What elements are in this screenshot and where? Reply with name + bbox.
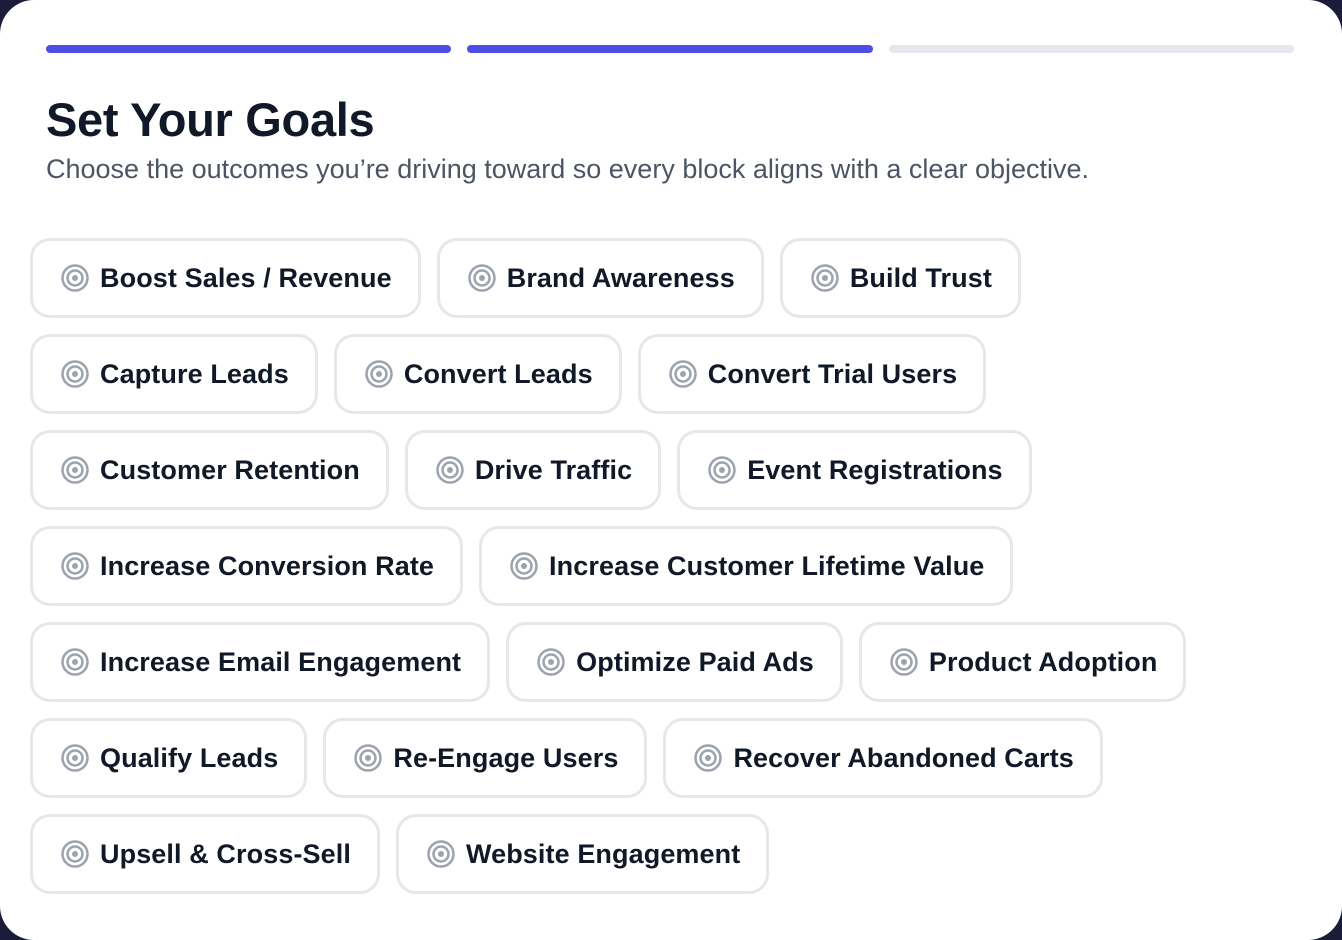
goal-option[interactable]: Optimize Paid Ads — [506, 622, 843, 702]
goal-option[interactable]: Convert Leads — [333, 334, 622, 414]
target-icon — [467, 263, 497, 293]
goal-option-label: Brand Awareness — [506, 262, 735, 293]
goal-option-label: Recover Abandoned Carts — [733, 742, 1074, 773]
target-icon — [707, 455, 737, 485]
goal-option-label: Website Engagement — [465, 838, 741, 869]
goal-row: Upsell & Cross-Sell Website Engagement — [30, 814, 1320, 894]
target-icon — [509, 551, 539, 581]
target-icon — [693, 743, 723, 773]
goal-option[interactable]: Drive Traffic — [404, 430, 662, 510]
goal-option-label: Boost Sales / Revenue — [100, 262, 392, 293]
goal-option-label: Increase Customer Lifetime Value — [549, 550, 985, 581]
progress-steps — [46, 45, 1294, 53]
goal-option-label: Build Trust — [849, 262, 992, 293]
goal-option[interactable]: Build Trust — [779, 238, 1021, 318]
goal-option[interactable]: Boost Sales / Revenue — [30, 238, 421, 318]
target-icon — [810, 263, 840, 293]
goal-option[interactable]: Capture Leads — [30, 334, 318, 414]
target-icon — [60, 839, 90, 869]
target-icon — [889, 647, 919, 677]
goal-option-label: Product Adoption — [928, 646, 1158, 677]
goal-option-label: Increase Conversion Rate — [100, 550, 435, 581]
goal-row: Qualify Leads Re-Engage Users Recover Aban… — [30, 718, 1320, 798]
target-icon — [435, 455, 465, 485]
progress-step-3 — [888, 45, 1294, 53]
goal-option-label: Re-Engage Users — [393, 742, 619, 773]
goal-option-label: Convert Trial Users — [707, 358, 958, 389]
goal-options: Boost Sales / Revenue Brand Awareness Buil… — [30, 238, 1320, 894]
goal-option[interactable]: Qualify Leads — [30, 718, 308, 798]
goal-option[interactable]: Customer Retention — [30, 430, 389, 510]
goal-option[interactable]: Increase Email Engagement — [30, 622, 491, 702]
target-icon — [60, 263, 90, 293]
goal-row: Customer Retention Drive Traffic Event Reg… — [30, 430, 1320, 510]
progress-step-2 — [467, 45, 873, 53]
goal-option[interactable]: Upsell & Cross-Sell — [30, 814, 380, 894]
goal-option[interactable]: Brand Awareness — [436, 238, 764, 318]
goal-option-label: Upsell & Cross-Sell — [100, 838, 351, 869]
goal-option[interactable]: Increase Conversion Rate — [30, 526, 464, 606]
target-icon — [426, 839, 456, 869]
goal-option[interactable]: Recover Abandoned Carts — [663, 718, 1103, 798]
target-icon — [353, 743, 383, 773]
goal-option[interactable]: Event Registrations — [677, 430, 1032, 510]
goal-option-label: Qualify Leads — [100, 742, 279, 773]
goal-option[interactable]: Increase Customer Lifetime Value — [479, 526, 1014, 606]
target-icon — [60, 551, 90, 581]
goal-row: Boost Sales / Revenue Brand Awareness Buil… — [30, 238, 1320, 318]
goal-option-label: Optimize Paid Ads — [576, 646, 814, 677]
goal-option-label: Convert Leads — [403, 358, 593, 389]
target-icon — [536, 647, 566, 677]
goal-option-label: Customer Retention — [100, 454, 360, 485]
goal-option[interactable]: Re-Engage Users — [323, 718, 648, 798]
goal-option-label: Capture Leads — [100, 358, 289, 389]
target-icon — [60, 743, 90, 773]
goals-card: Set Your Goals Choose the outcomes you’r… — [0, 0, 1342, 940]
target-icon — [60, 455, 90, 485]
goal-row: Increase Conversion Rate Increase Custome… — [30, 526, 1320, 606]
goal-option[interactable]: Website Engagement — [395, 814, 770, 894]
target-icon — [364, 359, 394, 389]
target-icon — [668, 359, 698, 389]
target-icon — [60, 647, 90, 677]
target-icon — [60, 359, 90, 389]
goal-row: Capture Leads Convert Leads Convert Trial … — [30, 334, 1320, 414]
goal-option-label: Event Registrations — [747, 454, 1003, 485]
page-subtitle: Choose the outcomes you’re driving towar… — [46, 154, 1090, 184]
goal-option-label: Drive Traffic — [474, 454, 633, 485]
goal-option[interactable]: Convert Trial Users — [637, 334, 987, 414]
goal-row: Increase Email Engagement Optimize Paid A… — [30, 622, 1320, 702]
goal-option-label: Increase Email Engagement — [100, 646, 462, 677]
page-title: Set Your Goals — [46, 93, 375, 146]
progress-step-1 — [46, 45, 452, 53]
goal-option[interactable]: Product Adoption — [858, 622, 1187, 702]
